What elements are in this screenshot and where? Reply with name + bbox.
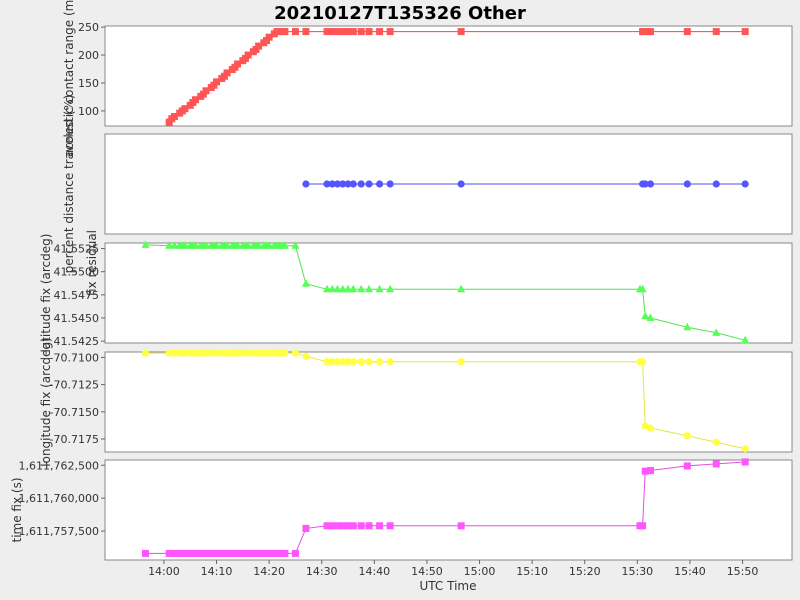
y-tick-label: 250 xyxy=(78,21,99,34)
x-tick-label: 14:50 xyxy=(411,565,443,578)
data-point xyxy=(375,180,384,188)
x-tick-label: 14:20 xyxy=(253,565,285,578)
data-point xyxy=(302,352,310,360)
x-tick-label: 15:00 xyxy=(464,565,496,578)
chart-title: 20210127T135326 Other xyxy=(274,3,526,24)
data-point xyxy=(349,180,357,188)
data-point xyxy=(375,358,384,366)
chart-canvas: 20210127T135326 Other UTC Time 100 150 200… xyxy=(10,0,793,593)
y-tick-label: 41.5450 xyxy=(54,312,100,325)
data-point xyxy=(357,180,365,188)
y-tick-label: 1,611,760,000 xyxy=(19,492,99,505)
data-point xyxy=(386,180,394,188)
x-tick-label: 15:40 xyxy=(674,565,706,578)
data-point xyxy=(281,349,289,357)
y-tick-label: 150 xyxy=(78,77,99,90)
x-tick-label: 14:00 xyxy=(148,565,180,578)
data-point xyxy=(639,522,647,530)
data-point xyxy=(683,432,691,440)
data-point xyxy=(357,358,365,366)
y-axis-label: time fix (s) xyxy=(10,477,24,542)
y-tick-label: 100 xyxy=(78,105,99,118)
data-point xyxy=(712,460,720,468)
y-axis-label: latitude fix (arcdeg) xyxy=(39,234,53,353)
data-point xyxy=(357,28,365,36)
data-point xyxy=(365,28,373,36)
x-tick-label: 14:10 xyxy=(201,565,233,578)
data-point xyxy=(712,28,720,36)
plot-area-5 xyxy=(104,459,793,561)
data-point xyxy=(349,522,357,530)
data-point xyxy=(712,438,720,446)
data-point xyxy=(741,458,749,466)
x-tick-label: 15:30 xyxy=(621,565,653,578)
y-axis-label: longitude fix (arcdeg) xyxy=(39,337,53,466)
data-point xyxy=(365,358,373,366)
data-point xyxy=(639,358,647,366)
data-point xyxy=(365,180,373,188)
data-point xyxy=(302,180,310,188)
data-point xyxy=(349,28,357,36)
data-point xyxy=(457,180,465,188)
data-point xyxy=(741,180,749,188)
y-tick-label: -70.7175 xyxy=(50,433,99,446)
x-tick-label: 15:20 xyxy=(569,565,601,578)
data-point xyxy=(386,522,394,530)
data-point xyxy=(302,524,310,532)
data-point xyxy=(365,522,373,530)
overlaid-axis-label: fix residual xyxy=(85,230,99,296)
y-tick-label: -70.7150 xyxy=(50,406,99,419)
y-tick-label: 41.5425 xyxy=(54,335,100,348)
data-point xyxy=(683,180,691,188)
data-point xyxy=(683,28,691,36)
data-point xyxy=(291,349,300,357)
data-point xyxy=(646,424,655,432)
data-point xyxy=(741,28,749,36)
data-point xyxy=(349,358,357,366)
plot-area-1 xyxy=(104,25,793,127)
data-point xyxy=(291,549,299,557)
y-tick-label: 200 xyxy=(78,49,99,62)
x-axis-label: UTC Time xyxy=(420,579,477,593)
data-point xyxy=(142,549,150,557)
data-point xyxy=(386,358,394,366)
y-tick-label: -70.7125 xyxy=(50,379,99,392)
data-point xyxy=(457,358,465,366)
data-point xyxy=(357,522,365,530)
data-point xyxy=(281,28,289,36)
data-point xyxy=(386,28,394,36)
data-point xyxy=(457,522,465,530)
data-point xyxy=(457,28,465,36)
data-point xyxy=(646,467,654,475)
x-tick-label: 15:50 xyxy=(727,565,759,578)
data-point xyxy=(376,522,384,530)
data-point xyxy=(683,462,691,470)
data-point xyxy=(281,549,289,557)
y-tick-label: -70.7100 xyxy=(50,351,99,364)
data-point xyxy=(376,28,384,36)
data-point xyxy=(741,445,749,453)
data-point xyxy=(291,28,299,36)
y-tick-label: 1,611,762,500 xyxy=(19,459,99,472)
y-tick-label: 1,611,757,500 xyxy=(19,525,99,538)
data-point xyxy=(646,180,655,188)
x-tick-label: 15:10 xyxy=(516,565,548,578)
data-point xyxy=(646,28,654,36)
x-tick-label: 14:30 xyxy=(306,565,338,578)
data-point xyxy=(712,180,720,188)
data-point xyxy=(141,349,150,357)
x-tick-label: 14:40 xyxy=(358,565,390,578)
data-point xyxy=(302,28,310,36)
